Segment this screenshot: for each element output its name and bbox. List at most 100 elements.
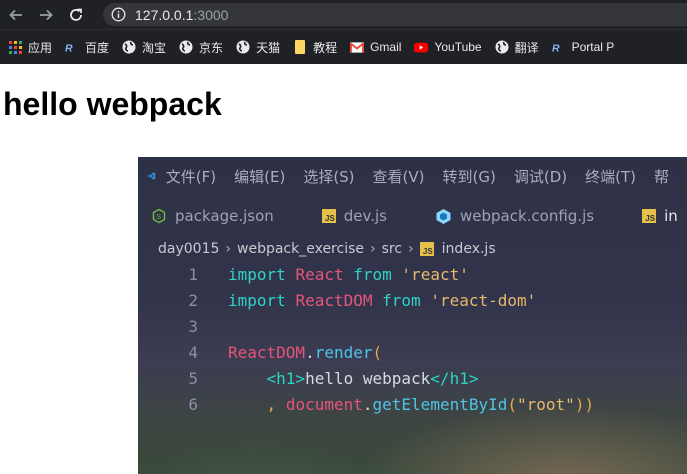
vscode-menubar: 文件(F) 编辑(E) 选择(S) 查看(V) 转到(G) 调试(D) 终端(T… (138, 157, 687, 195)
folder-icon (293, 40, 307, 54)
reload-icon (70, 8, 82, 21)
code-token: <h1> (266, 368, 306, 388)
code-line-3: 3 (138, 313, 228, 339)
bookmark-label: 天猫 (256, 40, 281, 55)
bookmark-label: 应用 (28, 40, 53, 55)
code-token: from (353, 264, 392, 284)
svg-text:R: R (65, 42, 73, 54)
bookmark-folder-tutorials[interactable]: 教程 (293, 39, 337, 56)
vscode-screenshot-image: 文件(F) 编辑(E) 选择(S) 查看(V) 转到(G) 调试(D) 终端(T… (138, 157, 687, 474)
browser-toolbar: 127.0.0.1:3000 (0, 0, 687, 29)
line-number: 4 (188, 342, 198, 362)
vscode-tab-bar: S package.json JS dev.js webpack.config.… (138, 199, 687, 233)
bookmark-label: 京东 (199, 40, 224, 55)
code-token: document (285, 394, 363, 414)
rb-logo-icon: R (65, 40, 79, 54)
page-heading: hello webpack (3, 86, 222, 122)
line-number: 2 (188, 290, 198, 310)
address-bar[interactable]: 127.0.0.1:3000 (103, 3, 687, 26)
breadcrumb-item: webpack_exercise (237, 241, 364, 257)
arrow-right-icon (40, 9, 53, 20)
code-token: ( (372, 342, 383, 362)
reload-button[interactable] (66, 5, 86, 25)
bookmark-youtube[interactable]: YouTube (414, 40, 482, 54)
info-icon[interactable] (111, 7, 126, 22)
gmail-icon (350, 40, 365, 54)
code-token: ReactDOM (228, 342, 306, 362)
code-token: ReactDOM (295, 290, 373, 310)
bookmark-tmall[interactable]: 天猫 (236, 39, 280, 56)
line-number: 5 (188, 368, 198, 388)
rb-logo-icon: R (552, 40, 566, 54)
globe-icon (122, 40, 136, 54)
vscode-menu-help: 帮 (653, 167, 669, 186)
url-text: 127.0.0.1:3000 (135, 7, 228, 23)
code-token: import (228, 264, 286, 284)
bookmark-label: 教程 (313, 40, 338, 55)
bookmark-jd[interactable]: 京东 (179, 39, 223, 56)
code-token: from (382, 290, 421, 310)
back-button[interactable] (6, 5, 26, 25)
arrow-left-icon (9, 9, 22, 20)
code-line-6: 6 , document. getElementById("root")) (138, 391, 594, 417)
js-file-icon: JS (321, 209, 336, 223)
bookmark-gmail[interactable]: Gmail (350, 40, 401, 54)
youtube-icon (414, 40, 429, 54)
code-token: React (295, 264, 344, 284)
vscode-menu-file: 文件(F) (165, 167, 217, 186)
code-token: </h1> (430, 368, 479, 388)
vscode-tab-dev-js: JS dev.js (321, 207, 387, 225)
vscode-menu-debug: 调试(D) (513, 167, 568, 186)
bookmark-label: YouTube (434, 40, 482, 54)
code-token: . (362, 394, 373, 414)
vscode-tab-label: in (664, 207, 678, 225)
code-line-1: 1 import React from 'react' (138, 261, 469, 287)
svg-text:R: R (552, 42, 560, 54)
bookmark-translate[interactable]: 翻译 (495, 39, 539, 56)
bookmark-label: Portal P (571, 40, 615, 54)
code-token: render (314, 342, 373, 362)
bookmark-label: 百度 (85, 40, 110, 55)
code-token: ( (507, 394, 518, 414)
vscode-menu-view: 查看(V) (372, 167, 425, 186)
chevron-right-icon: › (370, 241, 376, 257)
npm-json-icon: S (151, 208, 167, 224)
bookmark-label: Gmail (370, 40, 402, 54)
bookmark-label: 淘宝 (142, 40, 167, 55)
breadcrumb-item: day0015 (158, 241, 220, 257)
vscode-tab-label: webpack.config.js (459, 207, 595, 225)
bookmark-portal[interactable]: R Portal P (552, 40, 615, 54)
bookmarks-bar: 应用 R 百度 淘宝 京东 天猫 教程 Gmail YouTube 翻译 R P… (0, 29, 687, 64)
chevron-right-icon: › (408, 241, 414, 257)
url-port: :3000 (193, 6, 229, 23)
forward-button[interactable] (36, 5, 56, 25)
code-token: "root" (517, 394, 575, 414)
vscode-tab-label: package.json (175, 207, 274, 225)
url-host: 127.0.0.1 (135, 6, 194, 23)
vscode-menu-edit: 编辑(E) (234, 167, 286, 186)
bookmark-label: 翻译 (514, 40, 539, 55)
code-token: hello webpack (305, 368, 431, 388)
vscode-tab-label: dev.js (343, 207, 387, 225)
vscode-breadcrumb: day0015 › webpack_exercise › src › JS in… (158, 239, 496, 259)
code-token: 'react-dom' (430, 290, 537, 310)
globe-icon (236, 40, 250, 54)
webpack-icon (435, 208, 452, 225)
bookmark-baidu[interactable]: R 百度 (65, 39, 109, 56)
apps-grid-icon (8, 40, 22, 54)
breadcrumb-item: index.js (441, 241, 496, 257)
bookmark-apps[interactable]: 应用 (8, 39, 52, 56)
svg-text:S: S (156, 214, 161, 221)
vscode-menu-go: 转到(G) (442, 167, 496, 186)
line-number: 3 (188, 316, 198, 336)
code-token: , (266, 394, 277, 414)
code-token: . (305, 342, 315, 362)
vscode-menu-selection: 选择(S) (303, 167, 355, 186)
vscode-tab-package-json: S package.json (151, 207, 274, 225)
code-line-5: 5 <h1> hello webpack </h1> (138, 365, 478, 391)
bookmark-taobao[interactable]: 淘宝 (122, 39, 166, 56)
code-line-2: 2 import ReactDOM from 'react-dom' (138, 287, 536, 313)
vscode-tab-webpack-config: webpack.config.js (435, 207, 594, 225)
code-token: )) (574, 394, 595, 414)
js-file-icon: JS (419, 242, 434, 256)
